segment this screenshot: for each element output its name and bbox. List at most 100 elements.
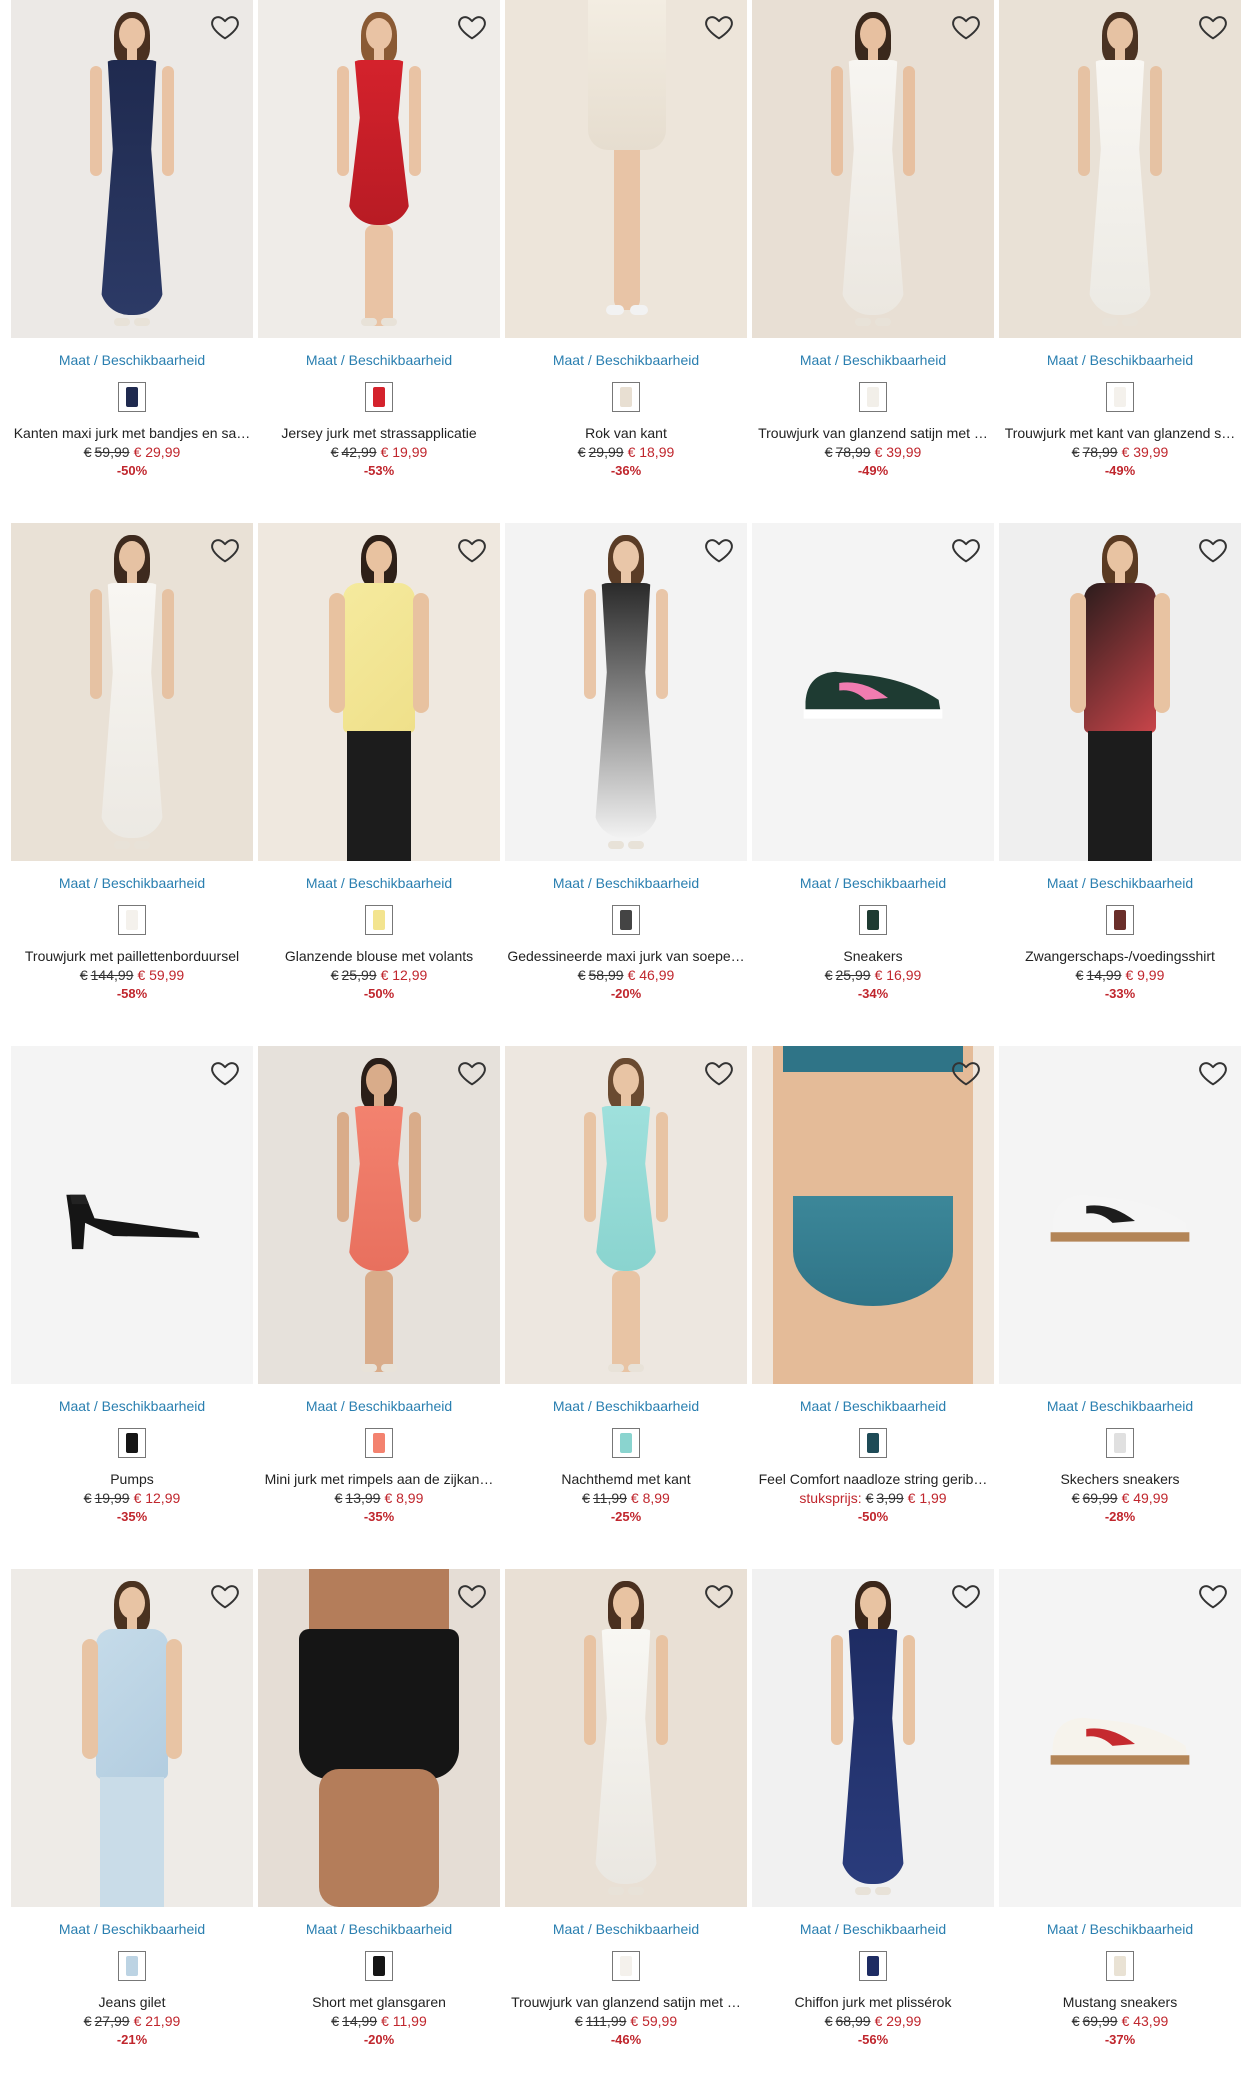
heart-outline-icon[interactable] (949, 1056, 983, 1090)
heart-outline-icon[interactable] (208, 1579, 242, 1613)
product-card[interactable]: Maat / Beschikbaarheid Jeans gilet €27,99 €… (11, 1569, 253, 2092)
heart-outline-icon[interactable] (702, 1579, 736, 1613)
color-swatch[interactable] (365, 1428, 393, 1458)
product-title[interactable]: Trouwjurk van glanzend satijn met … (505, 1993, 747, 2011)
product-card[interactable]: Maat / Beschikbaarheid Sneakers €25,99 € 16… (752, 523, 994, 1046)
size-availability-link[interactable]: Maat / Beschikbaarheid (999, 1920, 1241, 1938)
heart-outline-icon[interactable] (455, 533, 489, 567)
size-availability-link[interactable]: Maat / Beschikbaarheid (999, 351, 1241, 369)
product-title[interactable]: Mini jurk met rimpels aan de zijkan… (258, 1470, 500, 1488)
product-title[interactable]: Zwangerschaps-/voedingsshirt (999, 947, 1241, 965)
color-swatch[interactable] (118, 382, 146, 412)
product-title[interactable]: Chiffon jurk met plissérok (752, 1993, 994, 2011)
size-availability-link[interactable]: Maat / Beschikbaarheid (999, 874, 1241, 892)
product-image[interactable] (999, 523, 1241, 861)
product-title[interactable]: Trouwjurk met kant van glanzend s… (999, 424, 1241, 442)
heart-outline-icon[interactable] (1196, 1056, 1230, 1090)
product-title[interactable]: Gedessineerde maxi jurk van soepe… (505, 947, 747, 965)
color-swatch[interactable] (1106, 1428, 1134, 1458)
product-title[interactable]: Mustang sneakers (999, 1993, 1241, 2011)
color-swatch[interactable] (118, 905, 146, 935)
product-image[interactable] (11, 1046, 253, 1384)
heart-outline-icon[interactable] (702, 10, 736, 44)
size-availability-link[interactable]: Maat / Beschikbaarheid (258, 351, 500, 369)
heart-outline-icon[interactable] (949, 1579, 983, 1613)
product-image[interactable] (258, 0, 500, 338)
product-title[interactable]: Short met glansgaren (258, 1993, 500, 2011)
color-swatch[interactable] (612, 1951, 640, 1981)
product-title[interactable]: Feel Comfort naadloze string gerib… (752, 1470, 994, 1488)
product-image[interactable] (752, 523, 994, 861)
heart-outline-icon[interactable] (455, 10, 489, 44)
product-card[interactable]: Maat / Beschikbaarheid Trouwjurk van glan… (505, 1569, 747, 2092)
product-image[interactable] (999, 1046, 1241, 1384)
size-availability-link[interactable]: Maat / Beschikbaarheid (752, 1920, 994, 1938)
size-availability-link[interactable]: Maat / Beschikbaarheid (752, 1397, 994, 1415)
size-availability-link[interactable]: Maat / Beschikbaarheid (505, 1397, 747, 1415)
product-title[interactable]: Sneakers (752, 947, 994, 965)
color-swatch[interactable] (1106, 905, 1134, 935)
product-title[interactable]: Kanten maxi jurk met bandjes en sa… (11, 424, 253, 442)
product-card[interactable]: Maat / Beschikbaarheid Kanten maxi jurk m… (11, 0, 253, 523)
product-title[interactable]: Jersey jurk met strassapplicatie (258, 424, 500, 442)
heart-outline-icon[interactable] (1196, 533, 1230, 567)
product-image[interactable] (258, 1046, 500, 1384)
product-title[interactable]: Trouwjurk met paillettenborduursel (11, 947, 253, 965)
product-card[interactable]: Maat / Beschikbaarheid Zwangerschaps-/voe… (999, 523, 1241, 1046)
size-availability-link[interactable]: Maat / Beschikbaarheid (258, 874, 500, 892)
size-availability-link[interactable]: Maat / Beschikbaarheid (505, 1920, 747, 1938)
product-card[interactable]: Maat / Beschikbaarheid Feel Comfort naadl… (752, 1046, 994, 1569)
product-title[interactable]: Rok van kant (505, 424, 747, 442)
heart-outline-icon[interactable] (1196, 10, 1230, 44)
color-swatch[interactable] (1106, 1951, 1134, 1981)
product-card[interactable]: Maat / Beschikbaarheid Trouwjurk met pail… (11, 523, 253, 1046)
color-swatch[interactable] (612, 1428, 640, 1458)
size-availability-link[interactable]: Maat / Beschikbaarheid (11, 1920, 253, 1938)
color-swatch[interactable] (859, 1428, 887, 1458)
color-swatch[interactable] (859, 905, 887, 935)
product-image[interactable] (752, 0, 994, 338)
heart-outline-icon[interactable] (208, 533, 242, 567)
product-card[interactable]: Maat / Beschikbaarheid Short met glansgar… (258, 1569, 500, 2092)
product-card[interactable]: Maat / Beschikbaarheid Chiffon jurk met p… (752, 1569, 994, 2092)
product-card[interactable]: Maat / Beschikbaarheid Rok van kant €29,99… (505, 0, 747, 523)
product-image[interactable] (999, 0, 1241, 338)
product-image[interactable] (258, 523, 500, 861)
heart-outline-icon[interactable] (702, 1056, 736, 1090)
heart-outline-icon[interactable] (455, 1579, 489, 1613)
color-swatch[interactable] (612, 382, 640, 412)
size-availability-link[interactable]: Maat / Beschikbaarheid (258, 1920, 500, 1938)
size-availability-link[interactable]: Maat / Beschikbaarheid (505, 874, 747, 892)
heart-outline-icon[interactable] (208, 10, 242, 44)
size-availability-link[interactable]: Maat / Beschikbaarheid (752, 874, 994, 892)
heart-outline-icon[interactable] (949, 533, 983, 567)
product-image[interactable] (505, 523, 747, 861)
size-availability-link[interactable]: Maat / Beschikbaarheid (11, 1397, 253, 1415)
heart-outline-icon[interactable] (949, 10, 983, 44)
size-availability-link[interactable]: Maat / Beschikbaarheid (11, 351, 253, 369)
product-title[interactable]: Nachthemd met kant (505, 1470, 747, 1488)
size-availability-link[interactable]: Maat / Beschikbaarheid (999, 1397, 1241, 1415)
color-swatch[interactable] (612, 905, 640, 935)
product-card[interactable]: Maat / Beschikbaarheid Jersey jurk met st… (258, 0, 500, 523)
product-card[interactable]: Maat / Beschikbaarheid Skechers sneakers €… (999, 1046, 1241, 1569)
product-image[interactable] (11, 0, 253, 338)
product-image[interactable] (505, 1046, 747, 1384)
heart-outline-icon[interactable] (1196, 1579, 1230, 1613)
product-card[interactable]: Maat / Beschikbaarheid Nachthemd met kant… (505, 1046, 747, 1569)
color-swatch[interactable] (365, 382, 393, 412)
color-swatch[interactable] (859, 1951, 887, 1981)
heart-outline-icon[interactable] (455, 1056, 489, 1090)
product-image[interactable] (505, 1569, 747, 1907)
size-availability-link[interactable]: Maat / Beschikbaarheid (752, 351, 994, 369)
product-image[interactable] (11, 1569, 253, 1907)
product-title[interactable]: Skechers sneakers (999, 1470, 1241, 1488)
product-title[interactable]: Glanzende blouse met volants (258, 947, 500, 965)
color-swatch[interactable] (118, 1951, 146, 1981)
product-card[interactable]: Maat / Beschikbaarheid Trouwjurk met kant… (999, 0, 1241, 523)
size-availability-link[interactable]: Maat / Beschikbaarheid (11, 874, 253, 892)
size-availability-link[interactable]: Maat / Beschikbaarheid (505, 351, 747, 369)
product-title[interactable]: Pumps (11, 1470, 253, 1488)
product-image[interactable] (505, 0, 747, 338)
product-card[interactable]: Maat / Beschikbaarheid Gedessineerde maxi… (505, 523, 747, 1046)
